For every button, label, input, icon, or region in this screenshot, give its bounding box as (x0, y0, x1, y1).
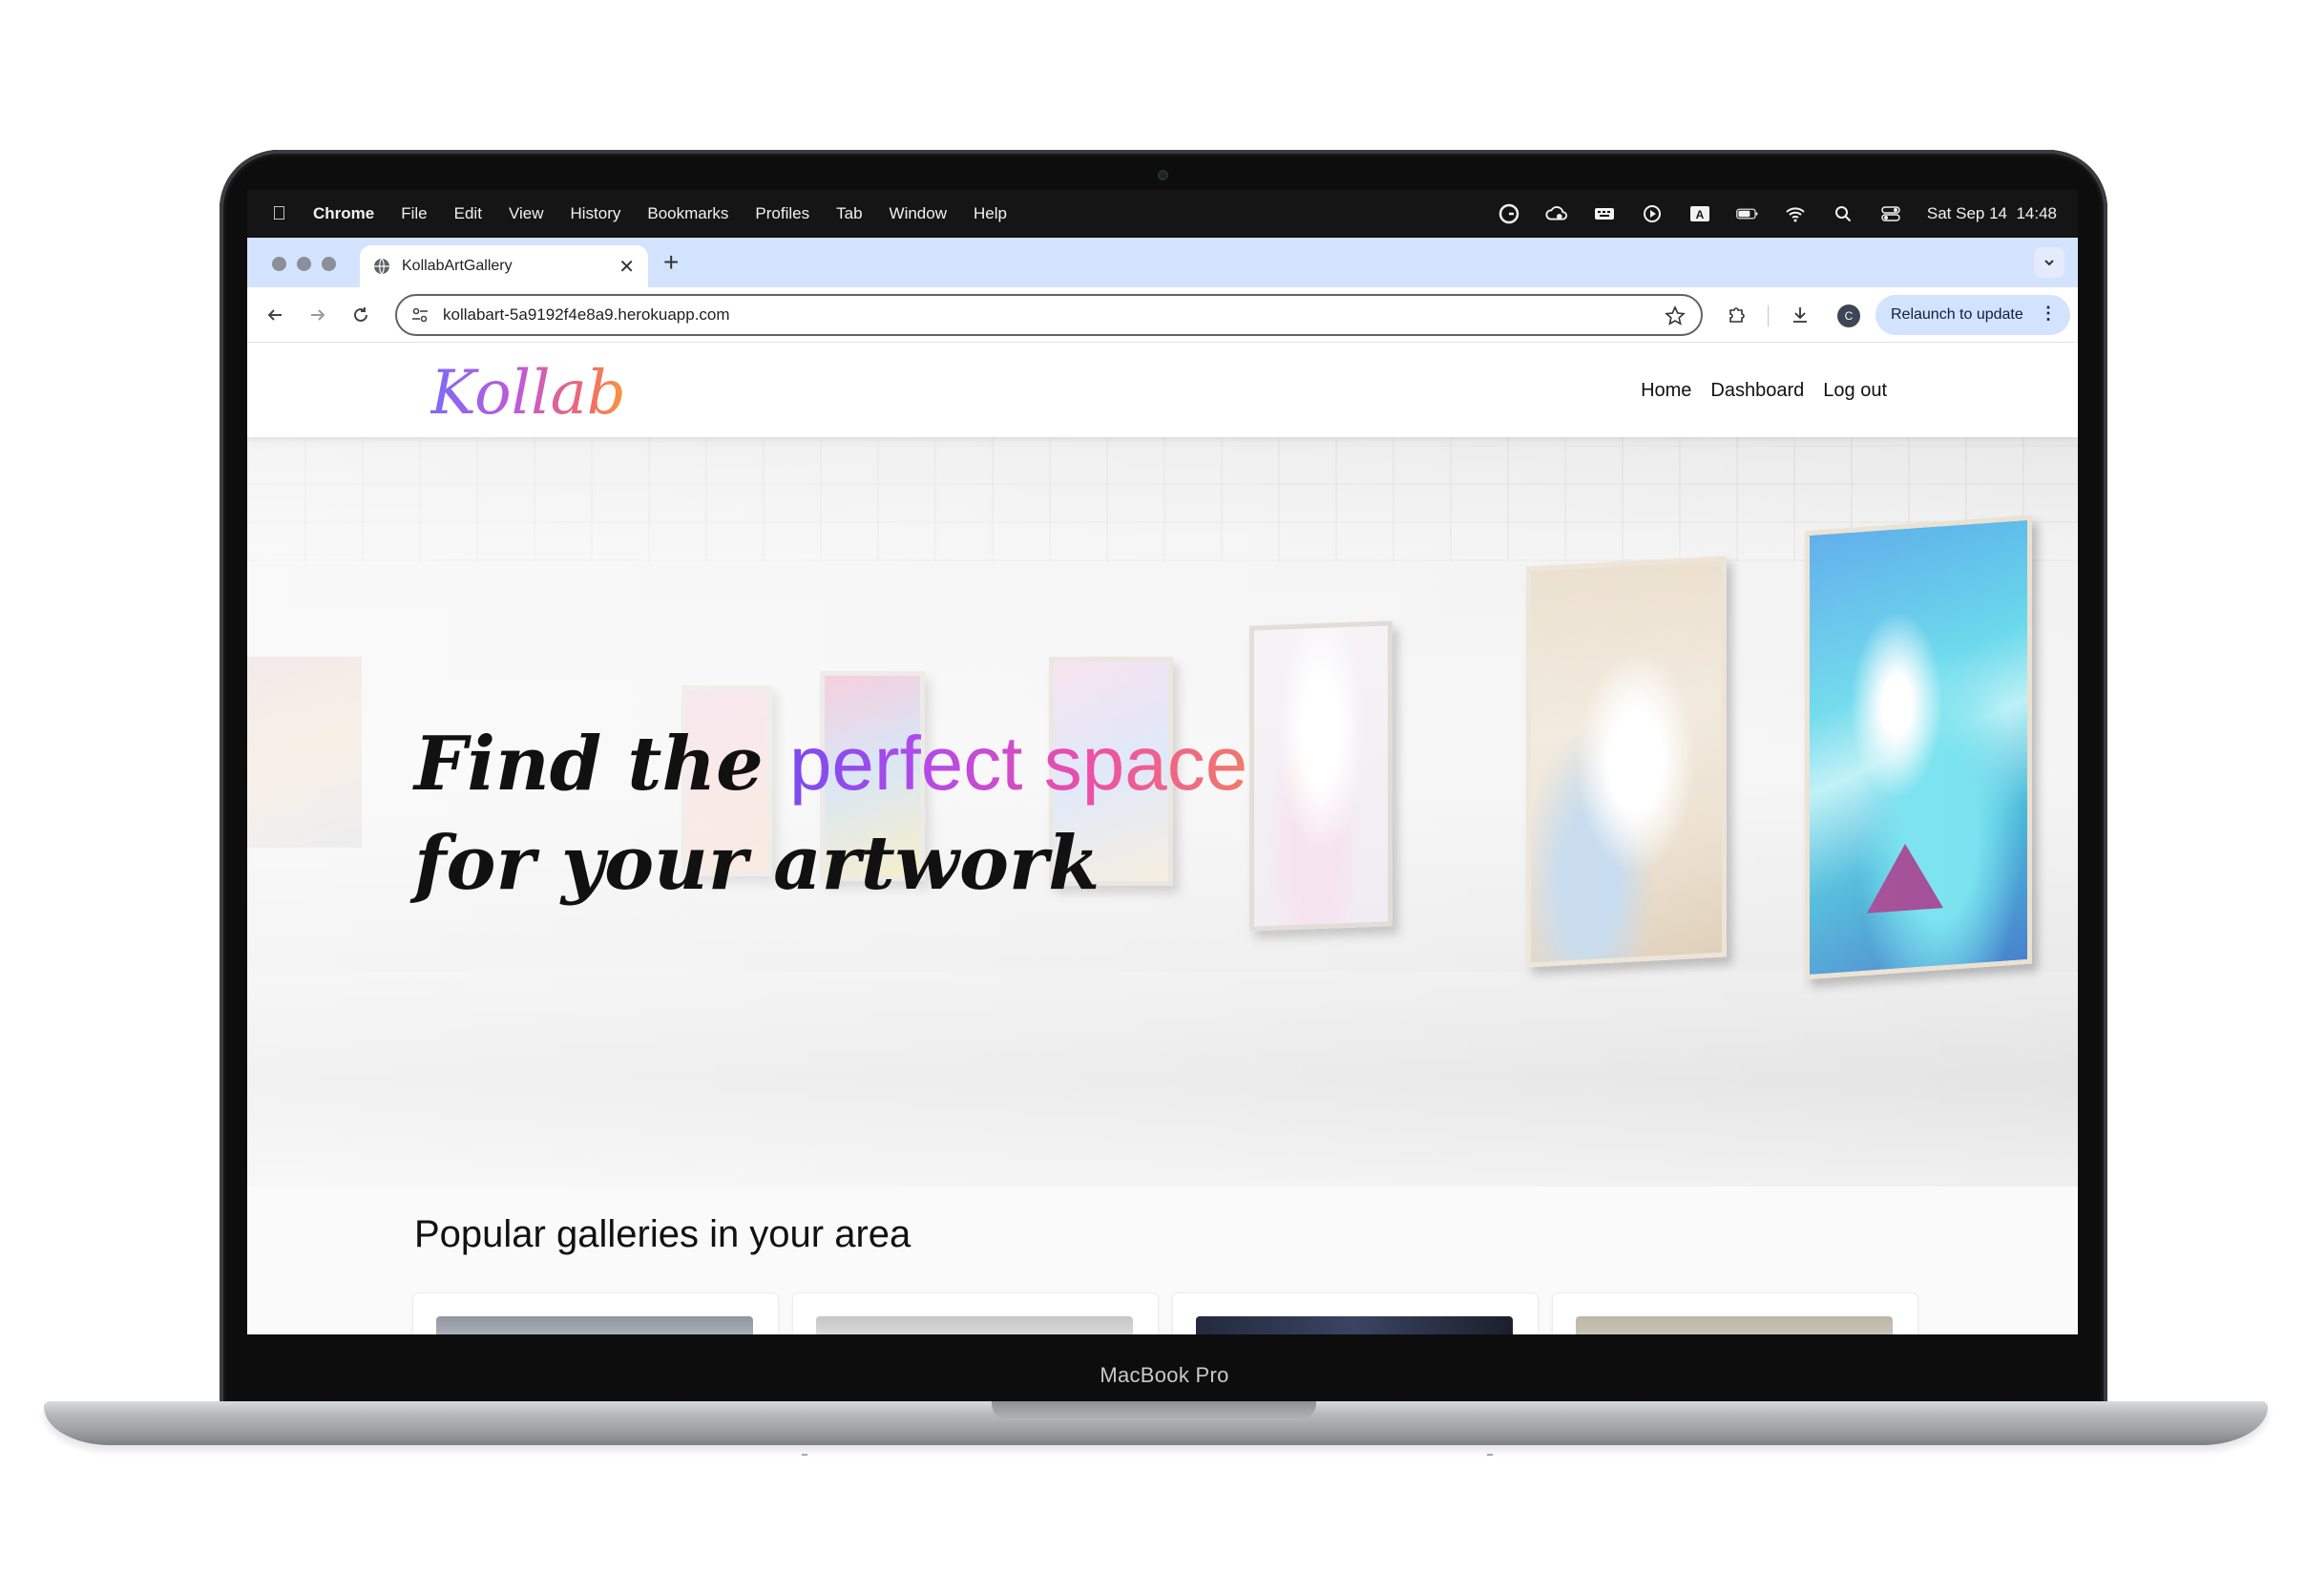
window-controls (272, 257, 336, 271)
menu-tab[interactable]: Tab (836, 204, 862, 223)
tab-search-button[interactable] (2034, 247, 2064, 278)
wifi-icon[interactable] (1784, 202, 1807, 225)
reload-button[interactable] (346, 301, 375, 329)
gallery-card[interactable] (413, 1293, 778, 1334)
nav-dashboard-link[interactable]: Dashboard (1710, 380, 1804, 402)
gallery-thumbnail (1576, 1316, 1893, 1334)
webcam (1158, 170, 1168, 180)
browser-tab-active[interactable]: KollabArtGallery ✕ (360, 245, 648, 287)
menu-bar-clock[interactable]: Sat Sep 14 14:48 (1927, 204, 2057, 223)
url-input[interactable] (443, 305, 1588, 325)
play-icon[interactable] (1641, 202, 1664, 225)
close-window-button[interactable] (272, 257, 286, 271)
battery-icon[interactable] (1736, 202, 1759, 225)
hero-headline: Find the perfect space for your artwork (414, 714, 1247, 914)
browser-toolbar: C Relaunch to update ⋮ (247, 287, 2078, 343)
extensions-button[interactable] (1723, 301, 1751, 329)
new-tab-icon[interactable]: + (663, 247, 679, 278)
section-title: Popular galleries in your area (414, 1213, 912, 1255)
device-brand-label: MacBook Pro (1100, 1363, 1229, 1387)
arrow-right-icon (311, 309, 325, 321)
site-nav: Home Dashboard Log out (1641, 344, 1887, 437)
menu-view[interactable]: View (509, 204, 544, 223)
keyboard-icon[interactable] (1593, 202, 1616, 225)
laptop-foot (1487, 1454, 1493, 1456)
hero-headline-line2: for your artwork (414, 820, 1100, 907)
address-bar[interactable] (395, 294, 1703, 336)
site-header: Kollab Home Dashboard Log out (247, 344, 2078, 437)
relaunch-label: Relaunch to update (1891, 306, 2023, 323)
tab-title: KollabArtGallery (402, 258, 513, 274)
chevron-down-icon (2044, 260, 2054, 266)
gallery-thumbnail (816, 1316, 1133, 1334)
laptop-opening-notch (992, 1401, 1316, 1420)
menu-bookmarks[interactable]: Bookmarks (647, 204, 728, 223)
download-icon (1793, 307, 1807, 323)
input-source-icon[interactable]: A (1688, 202, 1711, 225)
laptop-screen:  Chrome File Edit View History Bookmark… (247, 190, 2078, 1334)
reload-icon (354, 307, 367, 322)
macos-menu-bar:  Chrome File Edit View History Bookmark… (247, 190, 2078, 238)
grammarly-icon[interactable] (1498, 202, 1520, 225)
site-logo[interactable]: Kollab (430, 355, 626, 431)
menu-app-name[interactable]: Chrome (313, 204, 374, 223)
toolbar-divider (1768, 305, 1769, 326)
arrow-left-icon (267, 309, 282, 321)
globe-icon (374, 258, 389, 275)
gallery-thumbnail (436, 1316, 753, 1334)
site-info-icon[interactable] (410, 305, 430, 325)
popular-galleries-section: Popular galleries in your area (247, 1186, 2078, 1334)
menu-edit[interactable]: Edit (454, 204, 482, 223)
hero-headline-plain: Find the (414, 721, 789, 808)
menu-history[interactable]: History (570, 204, 620, 223)
gallery-thumbnail (1196, 1316, 1513, 1334)
spotlight-search-icon[interactable] (1832, 202, 1854, 225)
hero-banner: Find the perfect space for your artwork (247, 437, 2078, 1186)
mockup-stage:  Chrome File Edit View History Bookmark… (0, 0, 2305, 1596)
relaunch-to-update-button[interactable]: Relaunch to update ⋮ (1875, 295, 2070, 335)
apple-menu-icon[interactable]:  (272, 203, 286, 225)
profile-avatar[interactable]: C (1837, 304, 1860, 327)
gallery-card[interactable] (1553, 1293, 1917, 1334)
input-source-letter: A (1696, 208, 1705, 221)
browser-tab-strip: KollabArtGallery ✕ + (247, 238, 2078, 287)
puzzle-piece-icon (1729, 307, 1745, 323)
cloud-sync-icon[interactable] (1545, 202, 1568, 225)
laptop-foot (802, 1454, 807, 1456)
back-button[interactable] (261, 301, 289, 329)
nav-home-link[interactable]: Home (1641, 380, 1691, 402)
menu-help[interactable]: Help (974, 204, 1007, 223)
nav-logout-link[interactable]: Log out (1823, 380, 1887, 402)
menu-profiles[interactable]: Profiles (755, 204, 809, 223)
gallery-card[interactable] (1173, 1293, 1538, 1334)
close-tab-icon[interactable]: ✕ (618, 255, 635, 279)
gallery-card[interactable] (793, 1293, 1158, 1334)
forward-button[interactable] (304, 301, 332, 329)
minimize-window-button[interactable] (297, 257, 311, 271)
more-menu-icon[interactable]: ⋮ (2040, 304, 2057, 324)
menu-bar-status-area: A Sat Sep 14 14:48 (1498, 190, 2057, 238)
menu-file[interactable]: File (401, 204, 427, 223)
control-center-icon[interactable] (1879, 202, 1902, 225)
menu-window[interactable]: Window (890, 204, 947, 223)
hero-headline-highlight: perfect space (788, 721, 1248, 806)
bookmark-star-icon[interactable] (1665, 305, 1686, 326)
downloads-button[interactable] (1786, 301, 1814, 329)
zoom-window-button[interactable] (322, 257, 336, 271)
